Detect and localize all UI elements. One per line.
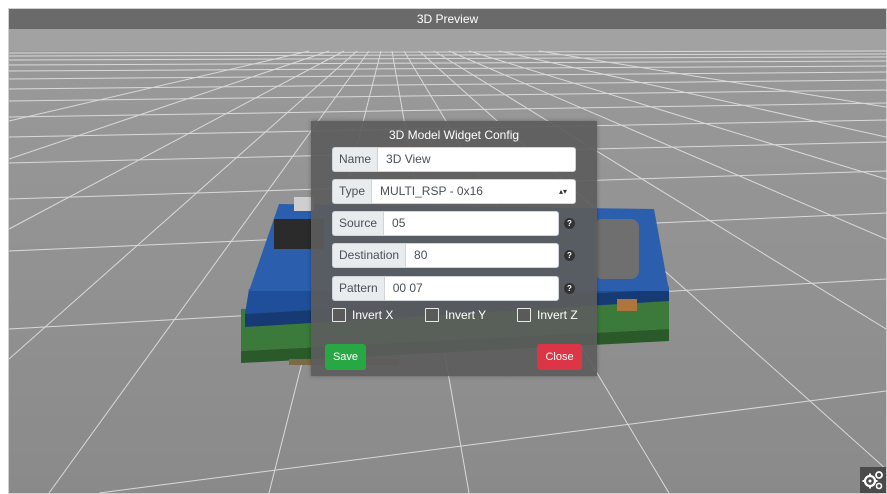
- checkbox-box[interactable]: [425, 308, 439, 322]
- dialog-title: 3D Model Widget Config: [388, 128, 520, 142]
- name-input[interactable]: 3D View: [377, 147, 576, 172]
- settings-button[interactable]: [860, 467, 886, 493]
- type-label: Type: [332, 179, 372, 204]
- type-field-group: Type MULTI_RSP - 0x16 ▴▾: [332, 179, 576, 204]
- source-field-group: Source 05: [332, 211, 559, 236]
- destination-label: Destination: [332, 243, 406, 268]
- pattern-label: Pattern: [332, 276, 384, 301]
- type-select-value: MULTI_RSP - 0x16: [380, 184, 483, 198]
- invert-x-checkbox[interactable]: Invert X: [332, 308, 393, 322]
- panel-title: 3D Preview: [9, 9, 886, 29]
- save-button[interactable]: Save: [325, 344, 366, 370]
- invert-y-label: Invert Y: [445, 308, 487, 322]
- widget-config-dialog: 3D Model Widget Config Name 3D View Type…: [311, 121, 597, 376]
- select-arrows-icon: ▴▾: [558, 187, 567, 196]
- question-circle-icon[interactable]: ?: [564, 283, 575, 294]
- type-select[interactable]: MULTI_RSP - 0x16 ▴▾: [371, 179, 576, 204]
- question-circle-icon[interactable]: ?: [564, 218, 575, 229]
- invert-x-label: Invert X: [352, 308, 394, 322]
- pattern-field-group: Pattern 00 07: [332, 276, 559, 301]
- question-circle-icon[interactable]: ?: [564, 250, 575, 261]
- destination-field-group: Destination 80: [332, 243, 559, 268]
- destination-input[interactable]: 80: [405, 243, 559, 268]
- invert-z-checkbox[interactable]: Invert Z: [517, 308, 578, 322]
- source-label: Source: [332, 211, 384, 236]
- source-input[interactable]: 05: [383, 211, 559, 236]
- invert-z-label: Invert Z: [537, 308, 578, 322]
- gears-icon: [862, 471, 883, 490]
- name-label: Name: [332, 147, 378, 172]
- checkbox-box[interactable]: [517, 308, 531, 322]
- invert-options: Invert X Invert Y Invert Z: [332, 308, 578, 326]
- close-button[interactable]: Close: [537, 344, 582, 370]
- pattern-input[interactable]: 00 07: [383, 276, 559, 301]
- checkbox-box[interactable]: [332, 308, 346, 322]
- name-field-group: Name 3D View: [332, 147, 576, 172]
- invert-y-checkbox[interactable]: Invert Y: [425, 308, 486, 322]
